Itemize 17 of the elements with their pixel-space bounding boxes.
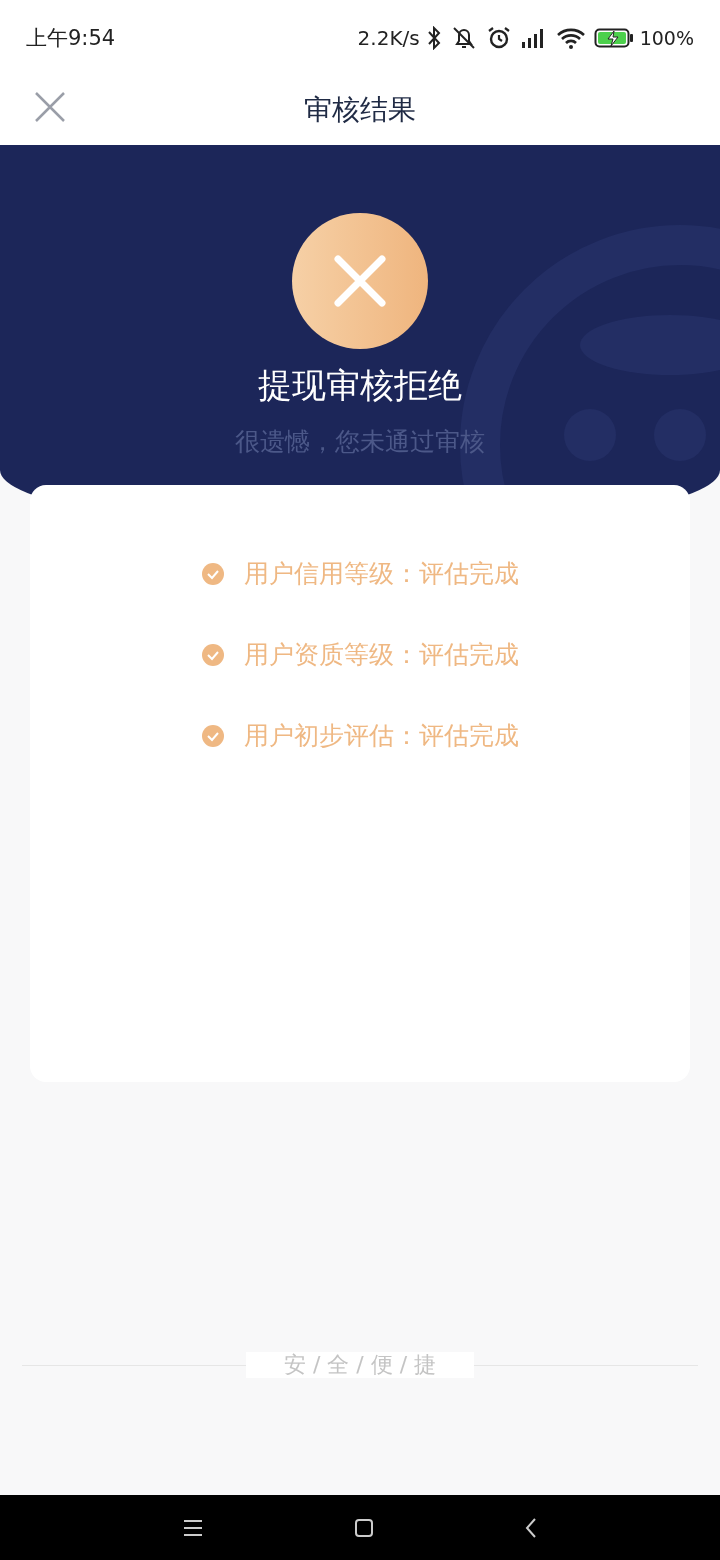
page-title: 审核结果 [304, 92, 416, 128]
slogan: 安 / 全 / 便 / 捷 [245, 1352, 475, 1378]
menu-button[interactable] [182, 1518, 204, 1537]
network-speed: 2.2K/s [357, 25, 420, 50]
battery-charging-icon [593, 26, 634, 49]
check-icon [201, 562, 224, 585]
home-button[interactable] [354, 1517, 374, 1538]
result-title: 提现审核拒绝 [258, 364, 462, 407]
check-item: 用户信用等级：评估完成 [243, 558, 519, 590]
check-item: 用户资质等级：评估完成 [243, 639, 519, 671]
bluetooth-icon [425, 25, 442, 50]
check-icon [201, 643, 224, 666]
check-item: 用户初步评估：评估完成 [243, 720, 519, 752]
status-time: 上午9:54 [26, 24, 117, 52]
check-icon [201, 724, 224, 747]
back-button[interactable] [524, 1516, 538, 1539]
battery-percent: 100% [639, 26, 694, 49]
